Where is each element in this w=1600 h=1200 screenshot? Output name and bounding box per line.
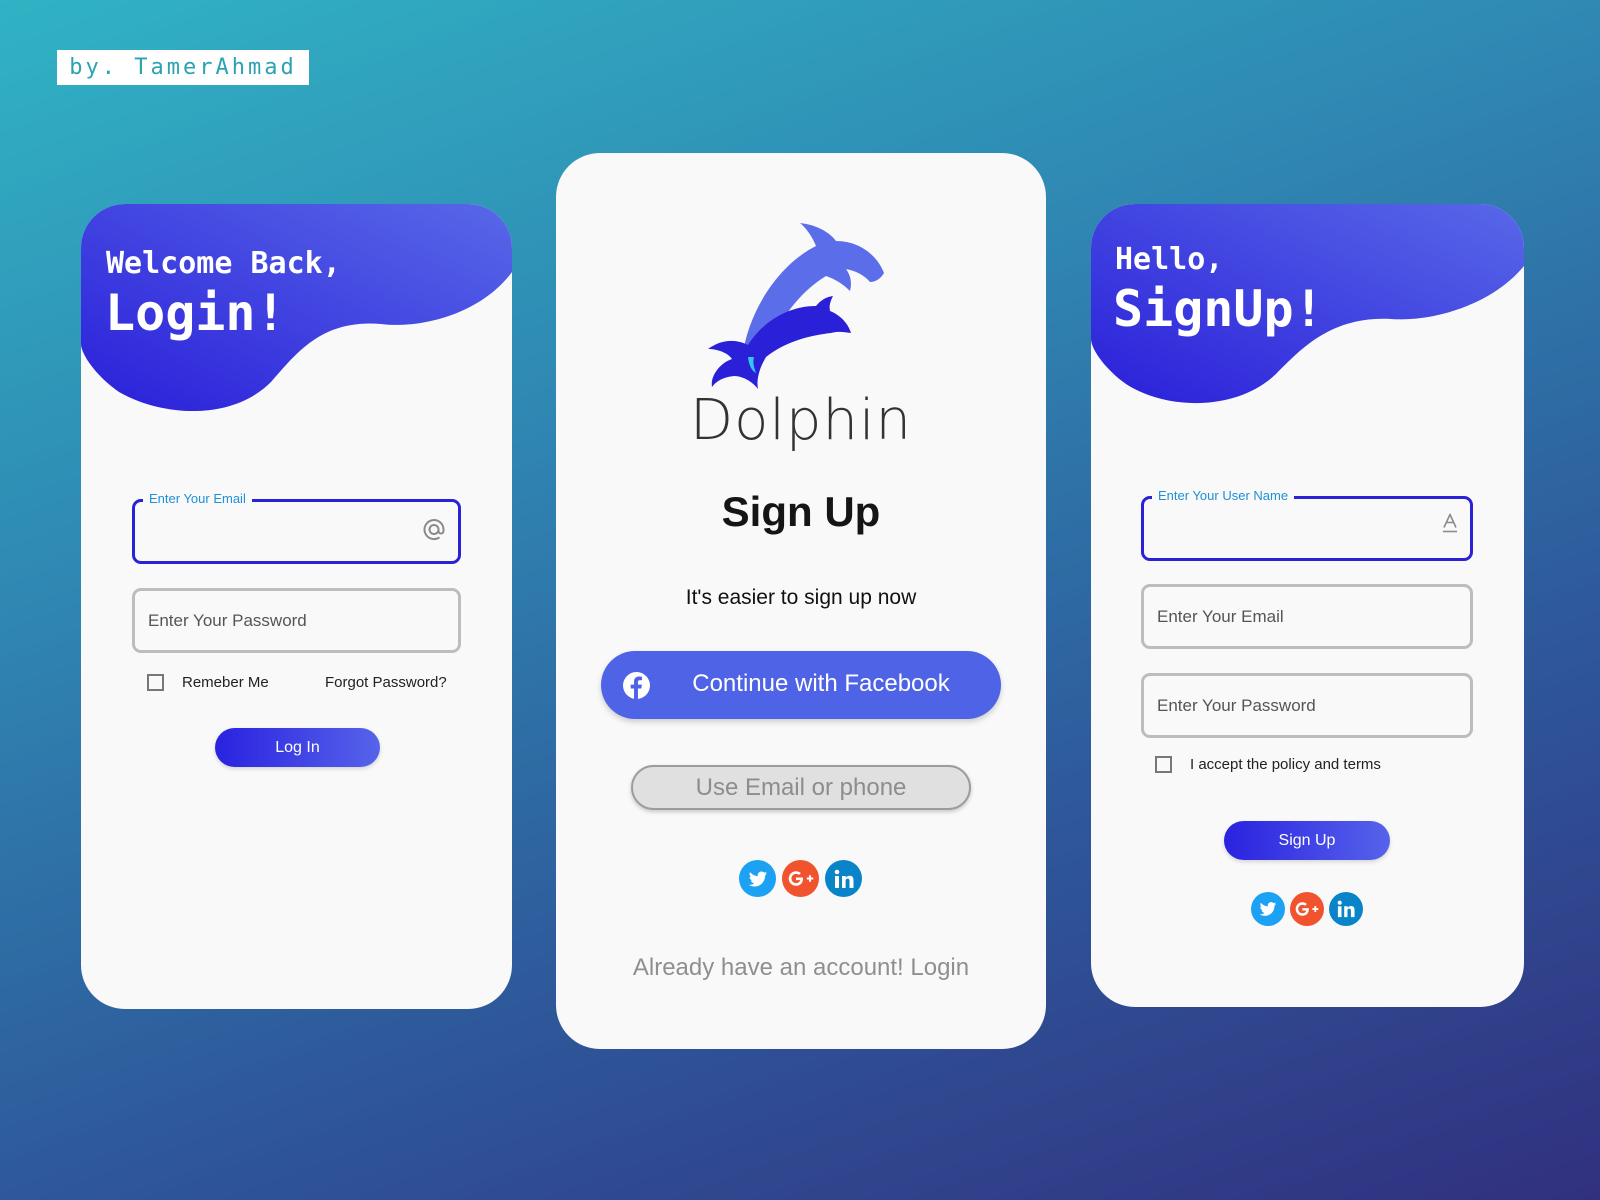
email-field[interactable]: Enter Your Email (1141, 584, 1473, 649)
username-field[interactable]: Enter Your User Name (1141, 488, 1473, 561)
text-a-icon (1442, 512, 1458, 538)
email-phone-button[interactable]: Use Email or phone (631, 765, 971, 810)
forgot-password-link[interactable]: Forgot Password? (325, 674, 447, 691)
remember-checkbox[interactable] (147, 674, 164, 691)
remember-me[interactable]: Remeber Me (147, 674, 269, 691)
login-greeting: Welcome Back, (106, 246, 341, 281)
terms-checkbox[interactable] (1155, 756, 1172, 773)
signup-button[interactable]: Sign Up (1224, 821, 1390, 860)
dolphin-logo-icon (708, 223, 884, 389)
facebook-button-label: Continue with Facebook (692, 670, 950, 697)
linkedin-icon[interactable] (825, 860, 862, 897)
social-icons (1251, 892, 1363, 926)
signup-subtitle: It's easier to sign up now (685, 586, 917, 609)
signup-form-card: Hello, SignUp! Enter Your User Name Ente… (1091, 204, 1524, 1007)
password-placeholder: Enter Your Password (1157, 695, 1316, 715)
password-field[interactable]: Enter Your Password (1141, 673, 1473, 738)
signup-greeting: Hello, (1115, 242, 1224, 277)
at-icon (422, 517, 446, 546)
signup-title: Sign Up (721, 488, 881, 535)
linkedin-icon[interactable] (1329, 892, 1363, 926)
accept-terms[interactable]: I accept the policy and terms (1155, 756, 1381, 773)
username-field-label: Enter Your User Name (1152, 488, 1295, 503)
login-card: Welcome Back, Login! Enter Your Email En… (81, 204, 512, 1009)
email-field[interactable]: Enter Your Email (132, 491, 461, 564)
email-placeholder: Enter Your Email (1157, 606, 1284, 626)
twitter-icon[interactable] (739, 860, 776, 897)
facebook-button[interactable]: Continue with Facebook (601, 651, 1001, 719)
login-title: Login! (105, 284, 286, 342)
twitter-icon[interactable] (1251, 892, 1285, 926)
signup-form-title: SignUp! (1113, 280, 1324, 338)
google-plus-icon[interactable] (1290, 892, 1324, 926)
google-plus-icon[interactable] (782, 860, 819, 897)
login-button[interactable]: Log In (215, 728, 380, 767)
remember-label: Remeber Me (182, 674, 269, 691)
signup-card: Dolphin Sign Up It's easier to sign up n… (556, 153, 1046, 1049)
brand-name: Dolphin (689, 388, 913, 453)
author-credit: by. TamerAhmad (57, 50, 309, 85)
login-link[interactable]: Already have an account! Login (556, 954, 1046, 982)
password-field[interactable]: Enter Your Password (132, 588, 461, 653)
email-field-label: Enter Your Email (143, 491, 252, 506)
social-icons (739, 860, 862, 897)
terms-label: I accept the policy and terms (1190, 756, 1381, 773)
password-placeholder: Enter Your Password (148, 610, 307, 630)
